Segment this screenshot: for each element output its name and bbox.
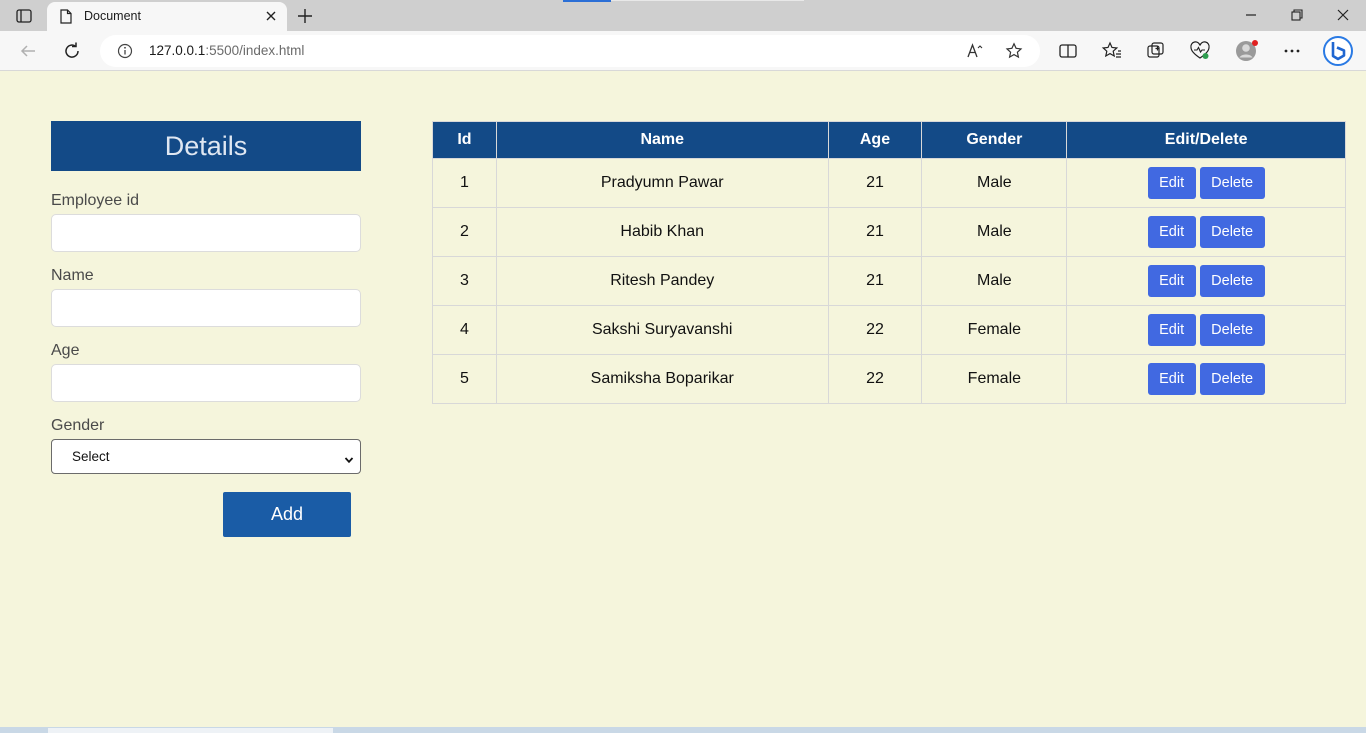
cell-id: 1	[432, 158, 497, 208]
header-gender: Gender	[921, 121, 1068, 159]
close-window-icon[interactable]	[1334, 6, 1352, 24]
edit-button[interactable]: Edit	[1147, 216, 1196, 248]
browser-essentials-icon[interactable]	[1189, 40, 1211, 62]
tab-strip-indicator	[563, 0, 611, 2]
employee-id-input[interactable]	[51, 214, 361, 252]
header-edit-delete: Edit/Delete	[1066, 121, 1346, 159]
add-button[interactable]: Add	[223, 492, 351, 537]
age-input[interactable]	[51, 364, 361, 402]
header-name: Name	[495, 121, 829, 159]
cell-actions: Edit Delete	[1066, 158, 1346, 208]
table-row: 3 Ritesh Pandey 21 Male Edit Delete	[432, 256, 1346, 306]
edit-button[interactable]: Edit	[1147, 167, 1196, 199]
profile-avatar[interactable]	[1235, 39, 1259, 63]
cell-id: 3	[432, 256, 497, 306]
refresh-icon[interactable]	[61, 40, 83, 62]
cell-name: Sakshi Suryavanshi	[495, 305, 829, 355]
address-bar[interactable]: 127.0.0.1:5500/index.html	[100, 35, 1040, 67]
tab-strip-indicator-track	[611, 0, 804, 1]
table-header-row: Id Name Age Gender Edit/Delete	[432, 121, 1346, 159]
url-path: :5500/index.html	[205, 43, 305, 58]
minimize-icon[interactable]	[1242, 6, 1260, 24]
url-text[interactable]: 127.0.0.1:5500/index.html	[149, 43, 304, 58]
form-title: Details	[51, 121, 361, 171]
cell-gender: Male	[921, 207, 1068, 257]
cell-gender: Male	[921, 158, 1068, 208]
cell-gender: Female	[921, 305, 1068, 355]
cell-gender: Male	[921, 256, 1068, 306]
delete-button[interactable]: Delete	[1199, 314, 1265, 346]
taskbar-edge	[0, 727, 1366, 733]
cell-actions: Edit Delete	[1066, 207, 1346, 257]
cell-actions: Edit Delete	[1066, 305, 1346, 355]
edit-button[interactable]: Edit	[1147, 363, 1196, 395]
back-icon[interactable]	[17, 40, 39, 62]
delete-button[interactable]: Delete	[1199, 363, 1265, 395]
cell-actions: Edit Delete	[1066, 354, 1346, 404]
table-row: 1 Pradyumn Pawar 21 Male Edit Delete	[432, 158, 1346, 208]
delete-button[interactable]: Delete	[1199, 167, 1265, 199]
cell-id: 5	[432, 354, 497, 404]
favorites-icon[interactable]	[1101, 40, 1123, 62]
cell-id: 4	[432, 305, 497, 355]
tab-actions-icon[interactable]	[14, 7, 34, 25]
split-screen-icon[interactable]	[1057, 40, 1079, 62]
delete-button[interactable]: Delete	[1199, 216, 1265, 248]
header-id: Id	[432, 121, 497, 159]
cell-age: 22	[827, 305, 923, 355]
name-label: Name	[51, 267, 94, 284]
cell-age: 22	[827, 354, 923, 404]
cell-actions: Edit Delete	[1066, 256, 1346, 306]
gender-select[interactable]: Select	[51, 439, 361, 474]
employee-table: Id Name Age Gender Edit/Delete 1 Pradyum…	[432, 121, 1346, 404]
table-row: 5 Samiksha Boparikar 22 Female Edit Delet…	[432, 354, 1346, 404]
add-favorite-icon[interactable]	[1005, 42, 1023, 65]
gender-selected-value: Select	[72, 449, 110, 464]
table-row: 2 Habib Khan 21 Male Edit Delete	[432, 207, 1346, 257]
header-age: Age	[827, 121, 923, 159]
cell-id: 2	[432, 207, 497, 257]
read-aloud-icon[interactable]	[966, 42, 984, 65]
age-label: Age	[51, 342, 80, 359]
cell-name: Habib Khan	[495, 207, 829, 257]
taskbar-item	[48, 728, 333, 733]
new-tab-icon[interactable]	[294, 5, 316, 27]
cell-name: Ritesh Pandey	[495, 256, 829, 306]
site-info-icon[interactable]	[117, 43, 133, 64]
table-row: 4 Sakshi Suryavanshi 22 Female Edit Delet…	[432, 305, 1346, 355]
restore-icon[interactable]	[1288, 6, 1306, 24]
close-tab-icon[interactable]	[263, 8, 279, 24]
employee-id-label: Employee id	[51, 192, 140, 209]
edit-button[interactable]: Edit	[1147, 265, 1196, 297]
cell-age: 21	[827, 256, 923, 306]
cell-age: 21	[827, 158, 923, 208]
tab-title: Document	[84, 9, 141, 23]
browser-tab-bar: Document	[0, 0, 1366, 31]
cell-gender: Female	[921, 354, 1068, 404]
cell-age: 21	[827, 207, 923, 257]
delete-button[interactable]: Delete	[1199, 265, 1265, 297]
details-form: Details Employee id Name Age Gender Sele…	[51, 121, 361, 537]
browser-toolbar: 127.0.0.1:5500/index.html	[0, 31, 1366, 71]
collections-icon[interactable]	[1145, 40, 1167, 62]
more-options-icon[interactable]	[1281, 40, 1303, 62]
cell-name: Pradyumn Pawar	[495, 158, 829, 208]
edit-button[interactable]: Edit	[1147, 314, 1196, 346]
chevron-down-icon	[344, 452, 354, 470]
url-host: 127.0.0.1	[149, 43, 206, 58]
document-icon	[60, 9, 72, 29]
cell-name: Samiksha Boparikar	[495, 354, 829, 404]
gender-label: Gender	[51, 417, 105, 434]
name-input[interactable]	[51, 289, 361, 327]
browser-tab[interactable]: Document	[47, 2, 287, 31]
copilot-icon[interactable]	[1322, 35, 1354, 67]
